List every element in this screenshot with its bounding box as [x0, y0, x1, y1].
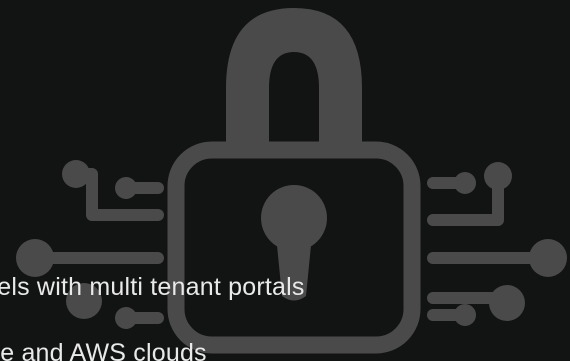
hero-line-1: Models with multi tenant portals	[0, 273, 305, 301]
padlock-circuit-icon	[16, 8, 567, 354]
hero-line-2: Azure and AWS clouds	[0, 339, 207, 361]
hero-banner: Models with multi tenant portals Azure a…	[0, 0, 570, 361]
